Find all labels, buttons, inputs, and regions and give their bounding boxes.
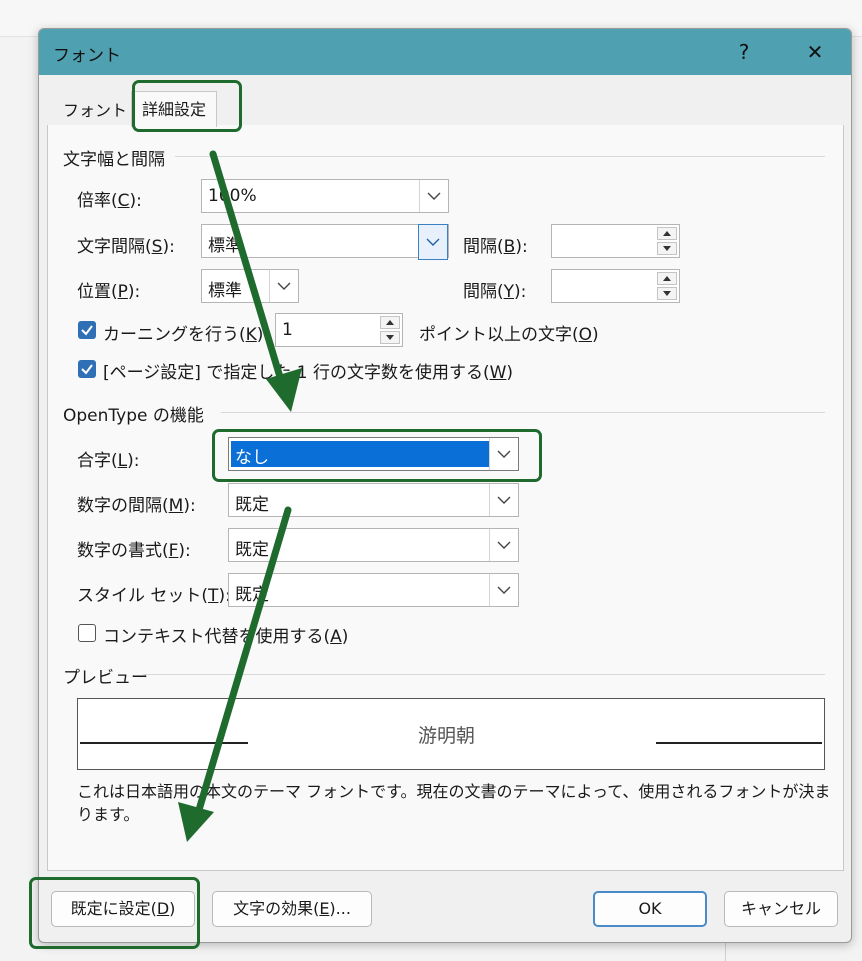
annotation-arrows <box>178 150 302 842</box>
arrow-head-icon <box>266 368 302 412</box>
arrow-head-icon <box>178 802 214 842</box>
arrow-line <box>209 150 287 391</box>
arrow-line <box>192 506 292 824</box>
